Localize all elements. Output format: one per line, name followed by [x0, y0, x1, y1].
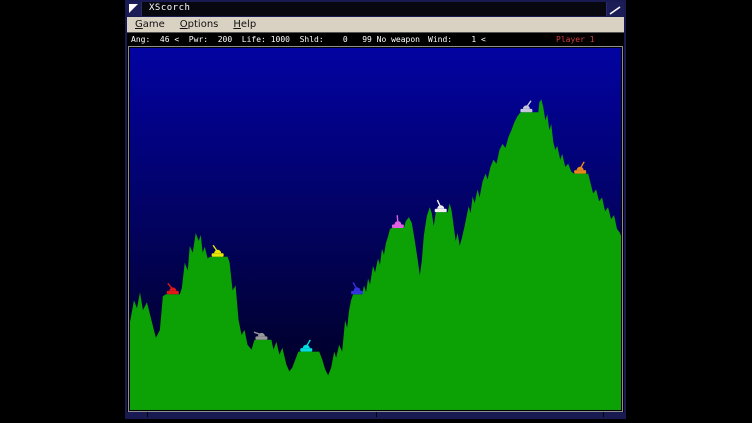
desktop-background: XScorch Game Options Help Ang: 46 < Pwr:…: [0, 0, 752, 423]
menu-item-game[interactable]: Game: [135, 18, 165, 32]
game-viewport: [130, 48, 621, 410]
frame-tick: [147, 412, 148, 417]
resize-button[interactable]: [606, 2, 624, 16]
title-bar: XScorch: [127, 2, 624, 17]
status-angle: Ang: 46 <: [131, 35, 179, 44]
window-menu-triangle-icon: [129, 4, 138, 13]
status-wind: Wind: 1 <: [428, 33, 486, 46]
status-power: Pwr: 200: [179, 35, 232, 44]
status-left-group: Ang: 46 < Pwr: 200 Life: 1000 Shld: 0 99…: [131, 33, 420, 46]
status-player: Player 1: [556, 33, 595, 46]
status-weapon: 99 No weapon: [348, 35, 420, 44]
xscorch-window: XScorch Game Options Help Ang: 46 < Pwr:…: [125, 0, 626, 419]
menu-item-help[interactable]: Help: [233, 18, 256, 32]
window-frame-bottom[interactable]: [127, 412, 624, 417]
window-title: XScorch: [142, 2, 190, 16]
frame-tick: [603, 412, 604, 417]
game-area: [128, 46, 623, 412]
status-bar: Ang: 46 < Pwr: 200 Life: 1000 Shld: 0 99…: [127, 33, 624, 46]
status-shield: Shld: 0: [290, 35, 348, 44]
status-life: Life: 1000: [232, 35, 290, 44]
frame-tick: [376, 412, 377, 417]
window-menu-button[interactable]: [127, 2, 142, 16]
menu-item-options[interactable]: Options: [180, 18, 219, 32]
diagonal-resize-icon: [607, 4, 624, 17]
menu-bar: Game Options Help: [127, 17, 624, 33]
